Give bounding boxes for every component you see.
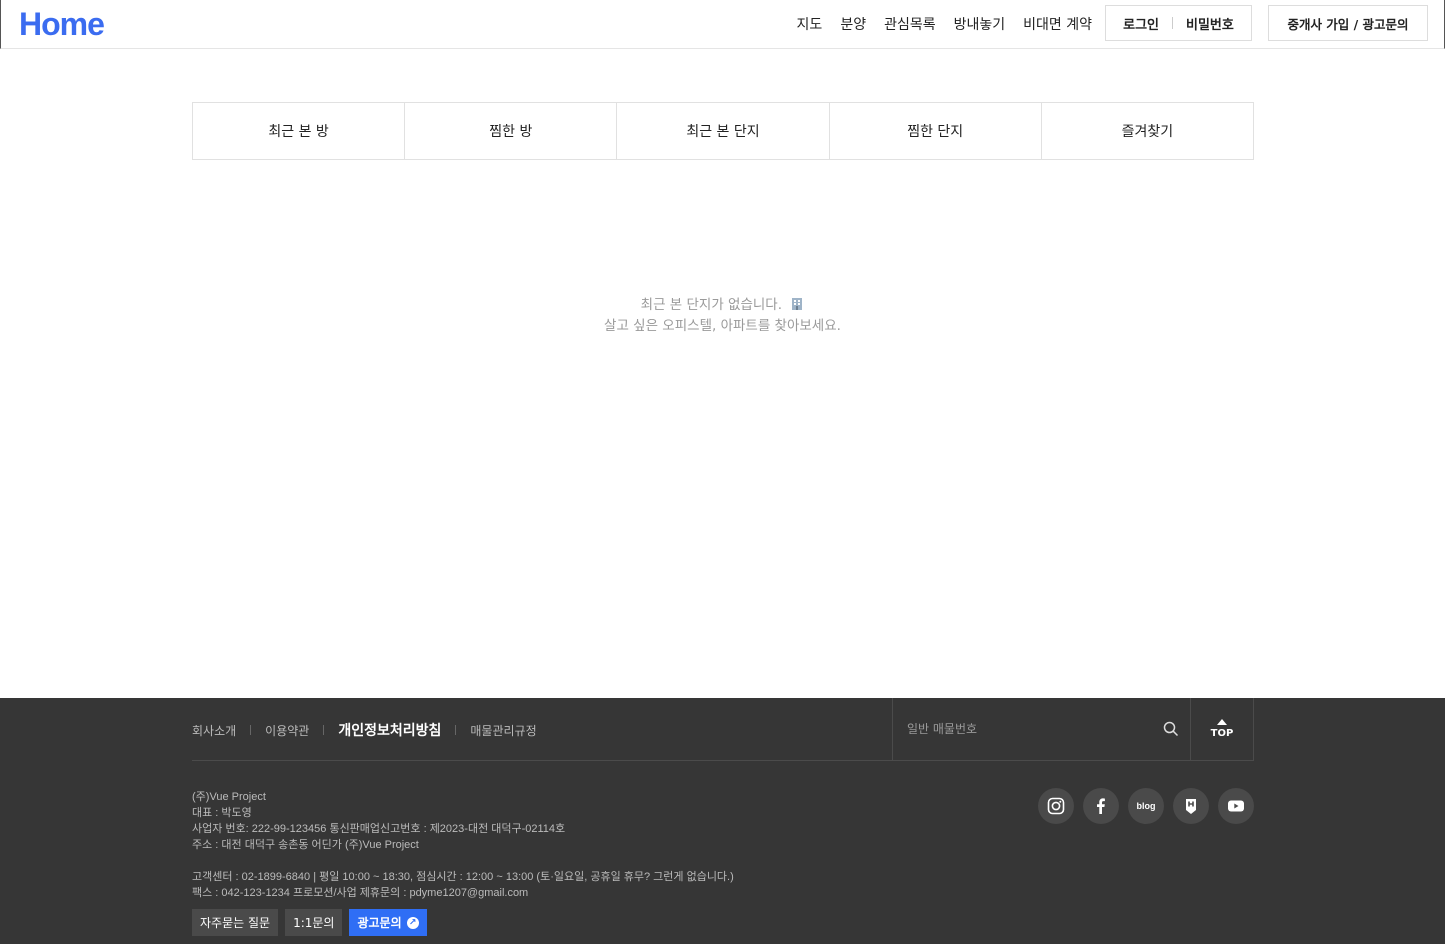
agent-join-button[interactable]: 중개사 가입 / 광고문의 — [1268, 5, 1428, 41]
empty-state-title: 최근 본 단지가 없습니다. — [640, 297, 783, 313]
password-button[interactable]: 비밀번호 — [1186, 14, 1234, 33]
footer-link-listing-policy[interactable]: 매물관리규정 — [470, 722, 536, 739]
nav-map[interactable]: 지도 — [797, 14, 823, 34]
divider — [1172, 17, 1174, 29]
youtube-icon[interactable] — [1218, 788, 1254, 824]
top-label: TOP — [1210, 728, 1234, 739]
social-links: blog — [1038, 788, 1254, 824]
listing-number-input[interactable] — [907, 718, 1147, 740]
inquiry-button[interactable]: 1:1문의 — [285, 909, 343, 936]
fax-contact: 팩스 : 042-123-1234 프로모션/사업 제휴문의 : pdyme12… — [192, 887, 529, 899]
company-info: (주)Vue Project 대표 : 박도영 사업자 번호: 222-99-1… — [192, 789, 734, 901]
tab-liked-complexes[interactable]: 찜한 단지 — [828, 102, 1042, 160]
company-registration: 사업자 번호: 222-99-123456 통신판매업신고번호 : 제2023-… — [192, 823, 566, 835]
nav-presale[interactable]: 분양 — [840, 14, 866, 34]
tab-bookmarks[interactable]: 즐겨찾기 — [1040, 102, 1255, 160]
empty-state: 최근 본 단지가 없습니다. 살고 싶은 오피스텔, 아파트를 찾아보세요. — [0, 295, 1445, 337]
faq-button[interactable]: 자주묻는 질문 — [192, 909, 279, 936]
ad-inquiry-label: 광고문의 — [357, 916, 402, 930]
footer-divider — [192, 760, 1254, 761]
listing-search — [892, 698, 1191, 760]
company-ceo: 대표 : 박도영 — [192, 807, 252, 819]
company-address: 주소 : 대전 대덕구 송촌동 어딘가 (주)Vue Project — [192, 839, 419, 851]
login-box: 로그인 비밀번호 — [1105, 5, 1252, 41]
facebook-icon[interactable] — [1083, 788, 1119, 824]
divider — [455, 725, 457, 735]
tab-bar: 최근 본 방 찜한 방 최근 본 단지 찜한 단지 즐겨찾기 — [192, 102, 1255, 160]
building-icon — [790, 297, 804, 311]
blog-icon[interactable]: blog — [1128, 788, 1164, 824]
empty-state-subtitle: 살고 싶은 오피스텔, 아파트를 찾아보세요. — [604, 318, 841, 334]
footer-link-privacy[interactable]: 개인정보처리방침 — [338, 720, 441, 740]
login-button[interactable]: 로그인 — [1123, 14, 1159, 33]
main-nav: 지도 분양 관심목록 방내놓기 비대면 계약 — [779, 0, 1092, 48]
arrow-up-icon — [1217, 719, 1227, 725]
footer: 회사소개 이용약관 개인정보처리방침 매물관리규정 TOP (주)Vue Pro… — [0, 698, 1445, 944]
company-name: (주)Vue Project — [192, 791, 266, 803]
tab-recent-complexes[interactable]: 최근 본 단지 — [616, 102, 830, 160]
instagram-icon[interactable] — [1038, 788, 1074, 824]
search-icon[interactable] — [1163, 721, 1179, 737]
footer-links: 회사소개 이용약관 개인정보처리방침 매물관리규정 — [192, 720, 537, 740]
nav-list-room[interactable]: 방내놓기 — [954, 14, 1006, 34]
logo[interactable]: Home — [19, 6, 105, 42]
footer-link-terms[interactable]: 이용약관 — [265, 722, 309, 739]
ad-inquiry-button[interactable]: 광고문의 ↗ — [349, 909, 427, 936]
post-icon[interactable] — [1173, 788, 1209, 824]
tab-liked-rooms[interactable]: 찜한 방 — [404, 102, 618, 160]
footer-link-about[interactable]: 회사소개 — [192, 722, 236, 739]
arrow-icon: ↗ — [406, 916, 419, 929]
scroll-top-button[interactable]: TOP — [1191, 698, 1254, 760]
footer-buttons: 자주묻는 질문 1:1문의 광고문의 ↗ — [192, 909, 427, 936]
customer-center: 고객센터 : 02-1899-6840 | 평일 10:00 ~ 18:30, … — [192, 871, 734, 883]
divider — [323, 725, 325, 735]
nav-contactless-contract[interactable]: 비대면 계약 — [1023, 14, 1092, 34]
divider — [250, 725, 252, 735]
tab-recent-rooms[interactable]: 최근 본 방 — [192, 102, 406, 160]
header: Home 지도 분양 관심목록 방내놓기 비대면 계약 로그인 비밀번호 중개사… — [0, 0, 1445, 49]
blog-label: blog — [1136, 801, 1156, 811]
nav-favorites[interactable]: 관심목록 — [884, 14, 936, 34]
